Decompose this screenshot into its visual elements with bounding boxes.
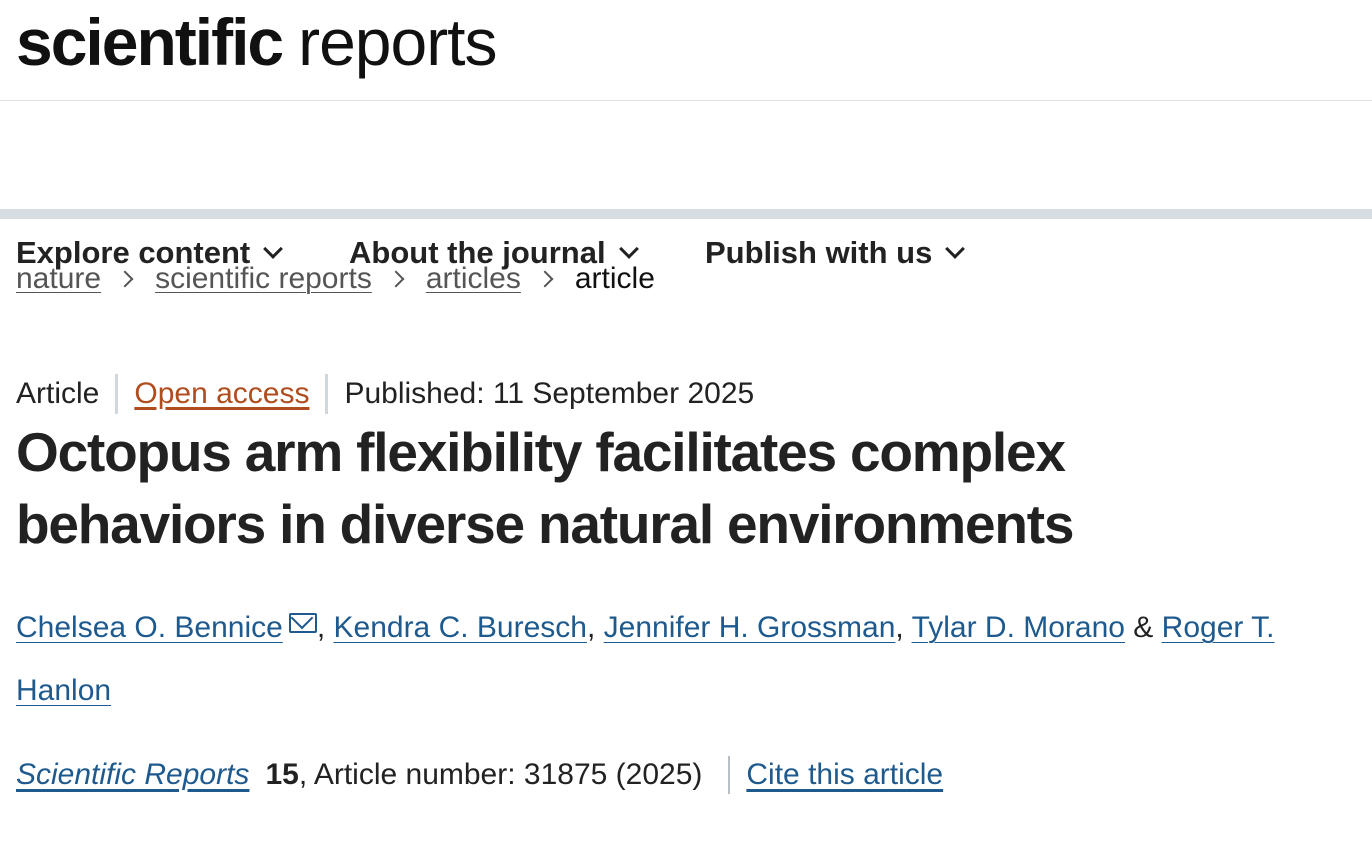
main-navigation: Explore content About the journal Publis… [0,101,1372,270]
chevron-down-icon [263,239,284,259]
breadcrumb: nature scientific reports articles artic… [16,262,655,296]
logo-light-text: reports [298,5,497,79]
meta-divider [115,374,119,414]
citation-line: Scientific Reports 15 , Article number: … [16,756,943,794]
chevron-right-icon [387,270,405,288]
article-title: Octopus arm flexibility facilitates comp… [16,421,1074,555]
chevron-down-icon [618,239,639,259]
mail-icon[interactable] [288,613,317,633]
author-link[interactable]: Kendra C. Buresch [334,611,587,644]
chevron-right-icon [536,270,554,288]
cite-this-article-link[interactable]: Cite this article [746,758,943,792]
site-header: scientific reports [0,0,1372,101]
author-separator: , [895,611,912,644]
author-link[interactable]: Jennifer H. Grossman [604,611,896,644]
journal-link[interactable]: Scientific Reports [16,758,249,792]
article-number: , Article number: 31875 (2025) [298,758,703,791]
author-last-separator: & [1124,611,1162,644]
author-link[interactable]: Chelsea O. Bennice [16,611,283,644]
breadcrumb-current: article [574,262,655,295]
journal-logo[interactable]: scientific reports [16,4,498,80]
author-separator: , [586,611,604,644]
breadcrumb-link-nature[interactable]: nature [16,262,101,296]
breadcrumb-link-scientific-reports[interactable]: scientific reports [155,262,372,296]
article-meta: Article Open access Published: 11 Septem… [16,374,754,414]
citation-divider [728,756,731,794]
breadcrumb-link-articles[interactable]: articles [426,262,521,296]
author-link[interactable]: Tylar D. Morano [912,611,1125,644]
nav-publish-with-us-label: Publish with us [705,235,933,270]
chevron-right-icon [116,270,134,288]
author-list: Chelsea O. Bennice, Kendra C. Buresch, J… [16,596,1356,722]
volume-number: 15 [265,758,299,791]
chevron-down-icon [945,239,966,259]
meta-divider [325,374,329,414]
open-access-link[interactable]: Open access [134,377,309,411]
article-type: Article [16,377,100,410]
published-date: Published: 11 September 2025 [344,377,755,410]
logo-bold-text: scientific [16,5,284,79]
author-separator: , [316,611,334,644]
nav-publish-with-us[interactable]: Publish with us [705,235,966,271]
